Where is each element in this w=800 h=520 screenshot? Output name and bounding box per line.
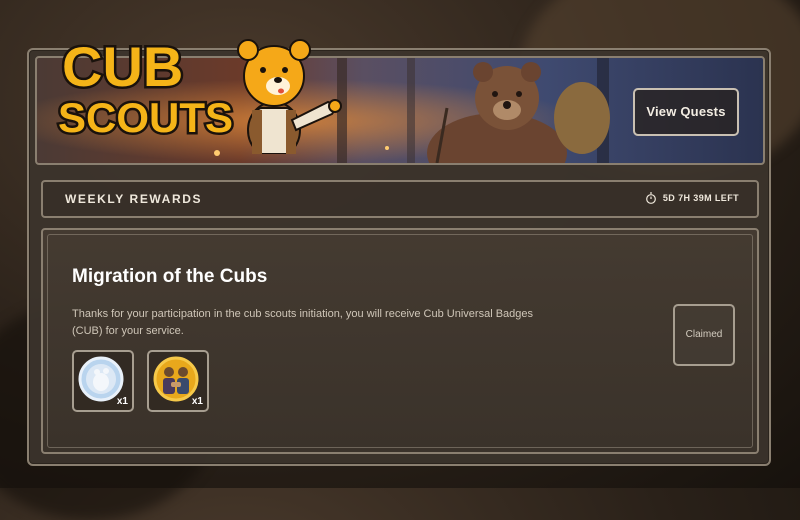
time-remaining-text: 5D 7H 39M LEFT (662, 193, 739, 203)
claimed-status-button[interactable]: Claimed (673, 304, 735, 366)
quest-title: Migration of the Cubs (72, 266, 268, 287)
quest-description: Thanks for your participation in the cub… (72, 308, 534, 337)
reward-quantity: x1 (191, 396, 203, 407)
time-remaining: 5D 7H 39M LEFT (645, 192, 739, 204)
reward-quantity: x1 (116, 396, 128, 407)
mascot-bear (237, 39, 342, 154)
reward-item[interactable]: x1 (147, 350, 209, 412)
quest-card: Migration of the Cubs Thanks for your pa… (41, 228, 759, 454)
weekly-rewards-title: WEEKLY REWARDS (65, 192, 203, 206)
stopwatch-icon (645, 192, 656, 204)
reward-item[interactable]: x1 (72, 350, 134, 412)
logo-text-line2: SCOUTS (58, 94, 233, 141)
logo-text-line1: CUB (62, 35, 183, 98)
cub-scouts-logo: CUB SCOUTS (56, 33, 342, 154)
weekly-rewards-header: WEEKLY REWARDS 5D 7H 39M LEFT (41, 180, 759, 218)
view-quests-button[interactable]: View Quests (633, 88, 739, 136)
